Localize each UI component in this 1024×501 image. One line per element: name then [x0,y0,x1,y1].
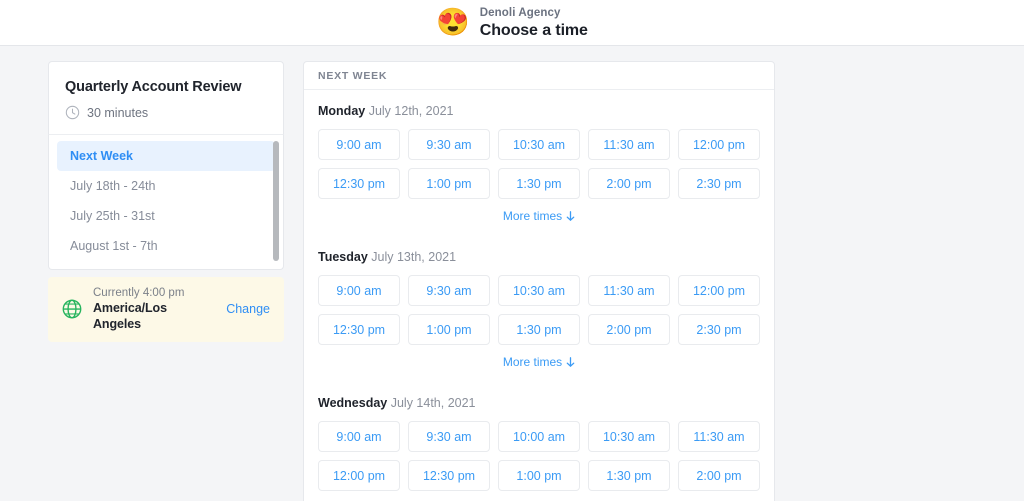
time-slot-button[interactable]: 12:30 pm [318,168,400,199]
day-heading: Tuesday July 13th, 2021 [318,249,760,265]
time-slot-button[interactable]: 9:00 am [318,421,400,452]
day-heading: Wednesday July 14th, 2021 [318,395,760,411]
week-list-container: Next WeekJuly 18th - 24thJuly 25th - 31s… [48,134,284,270]
time-slot-button[interactable]: 12:30 pm [318,314,400,345]
time-slot-button[interactable]: 11:30 am [588,275,670,306]
more-times-button[interactable]: More times [318,209,760,236]
days-container: Monday July 12th, 2021 9:00 am 9:30 am 10:3… [304,90,774,501]
time-slot-button[interactable]: 1:30 pm [498,314,580,345]
time-slot-button[interactable]: 1:30 pm [588,460,670,491]
timezone-name: America/Los Angeles [93,300,216,332]
time-slot-button[interactable]: 12:00 pm [678,129,760,160]
time-slot-button[interactable]: 10:30 am [498,275,580,306]
time-slot-button[interactable]: 10:30 am [588,421,670,452]
time-slot-button[interactable]: 2:00 pm [588,314,670,345]
week-item[interactable]: August 1st - 7th [57,231,275,261]
time-slot-button[interactable]: 10:30 am [498,129,580,160]
sidebar: Quarterly Account Review 30 minutes Next… [48,61,284,342]
slot-grid: 9:00 am 9:30 am 10:30 am 11:30 am 12:00 pm 12… [318,275,760,345]
clock-icon [65,105,80,120]
more-times-button[interactable]: More times [318,355,760,382]
app-header: 😍 Denoli Agency Choose a time [0,0,1024,46]
time-slot-button[interactable]: 12:30 pm [408,460,490,491]
week-list: Next WeekJuly 18th - 24thJuly 25th - 31s… [49,135,283,270]
timezone-bar: Currently 4:00 pm America/Los Angeles Ch… [48,277,284,342]
day-date: July 13th, 2021 [368,250,456,264]
time-slot-button[interactable]: 1:30 pm [498,168,580,199]
page-body: Quarterly Account Review 30 minutes Next… [0,46,1024,501]
time-slot-button[interactable]: 1:00 pm [408,314,490,345]
globe-icon [61,298,83,320]
time-slot-button[interactable]: 2:30 pm [678,314,760,345]
more-times-label: More times [503,355,562,369]
day-block: Monday July 12th, 2021 9:00 am 9:30 am 10:3… [304,90,774,236]
week-item[interactable]: July 25th - 31st [57,201,275,231]
event-details-card: Quarterly Account Review 30 minutes [48,61,284,134]
time-slot-button[interactable]: 12:00 pm [678,275,760,306]
change-timezone-button[interactable]: Change [226,302,270,316]
event-title: Quarterly Account Review [65,78,267,96]
time-slot-button[interactable]: 9:30 am [408,421,490,452]
panel-header: NEXT WEEK [304,62,774,90]
timezone-text-group: Currently 4:00 pm America/Los Angeles [93,286,216,332]
event-duration: 30 minutes [87,106,148,120]
time-slot-button[interactable]: 2:00 pm [678,460,760,491]
day-block: Tuesday July 13th, 2021 9:00 am 9:30 am 10:… [304,236,774,382]
day-heading: Monday July 12th, 2021 [318,103,760,119]
arrow-down-icon [566,211,575,222]
arrow-down-icon [566,357,575,368]
time-slot-button[interactable]: 9:00 am [318,275,400,306]
time-slot-button[interactable]: 9:00 am [318,129,400,160]
slot-grid: 9:00 am 9:30 am 10:30 am 11:30 am 12:00 pm 12… [318,129,760,199]
time-slot-button[interactable]: 2:30 pm [678,168,760,199]
time-slot-button[interactable]: 10:00 am [498,421,580,452]
day-date: July 12th, 2021 [365,104,453,118]
scrollbar-thumb[interactable] [273,141,279,261]
week-item[interactable]: More Times [57,261,275,270]
timezone-current-time: Currently 4:00 pm [93,286,216,300]
slot-grid: 9:00 am 9:30 am 10:00 am 10:30 am 11:30 am 12… [318,421,760,491]
time-slot-button[interactable]: 12:00 pm [318,460,400,491]
time-slot-button[interactable]: 1:00 pm [408,168,490,199]
time-slot-button[interactable]: 11:30 am [678,421,760,452]
day-weekday: Tuesday [318,250,368,264]
week-item[interactable]: Next Week [57,141,275,171]
time-slot-button[interactable]: 9:30 am [408,129,490,160]
day-block: Wednesday July 14th, 2021 9:00 am 9:30 am 1… [304,382,774,501]
time-slot-button[interactable]: 2:00 pm [588,168,670,199]
event-duration-row: 30 minutes [65,105,267,120]
day-date: July 14th, 2021 [387,396,475,410]
time-slot-button[interactable]: 9:30 am [408,275,490,306]
page-title: Choose a time [480,21,588,40]
header-brand-group: 😍 Denoli Agency Choose a time [436,6,588,40]
header-text-group: Denoli Agency Choose a time [480,6,588,40]
brand-name: Denoli Agency [480,6,588,21]
heart-eyes-emoji-icon: 😍 [436,9,470,36]
time-slot-button[interactable]: 1:00 pm [498,460,580,491]
day-weekday: Monday [318,104,365,118]
panel-header-label: NEXT WEEK [318,70,387,82]
week-item[interactable]: July 18th - 24th [57,171,275,201]
time-slots-panel: NEXT WEEK Monday July 12th, 20219:00 am9… [303,61,775,501]
day-weekday: Wednesday [318,396,387,410]
more-times-label: More times [503,209,562,223]
week-list-scrollbar[interactable] [272,137,280,267]
time-slot-button[interactable]: 11:30 am [588,129,670,160]
